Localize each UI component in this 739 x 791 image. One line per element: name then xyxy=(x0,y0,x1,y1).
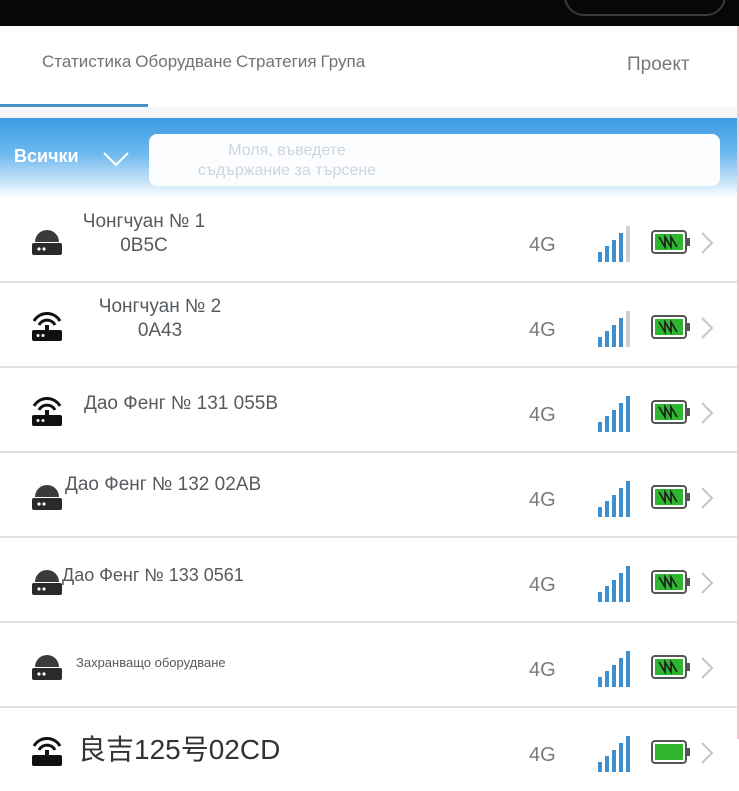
device-name: Дао Фенг № 131 055B xyxy=(84,393,279,414)
chevron-right-icon[interactable] xyxy=(699,231,715,255)
status-pill xyxy=(564,0,726,16)
device-name: Чонгчуан № 2 0A43 xyxy=(98,296,222,341)
status-bar xyxy=(0,0,739,26)
network-type: 4G xyxy=(529,404,556,426)
device-name: Захранващо оборудване xyxy=(76,655,226,670)
filter-all-dropdown[interactable]: Всички xyxy=(14,146,79,167)
device-row[interactable]: Чонгчуан № 1 0B5C 4G xyxy=(0,198,739,283)
chevron-right-icon[interactable] xyxy=(699,486,715,510)
camera-icon xyxy=(32,655,62,680)
router-icon xyxy=(32,311,62,341)
signal-icon xyxy=(598,311,630,347)
device-name: Дао Фенг № 132 02AB xyxy=(65,474,262,495)
chevron-right-icon[interactable] xyxy=(699,401,715,425)
filter-bar: Всички Моля, въведете съдържание за търс… xyxy=(0,118,739,198)
device-row[interactable]: Дао Фенг № 133 0561 4G xyxy=(0,538,739,623)
search-input[interactable]: Моля, въведете съдържание за търсене xyxy=(149,134,720,186)
search-placeholder: Моля, въведете съдържание за търсене xyxy=(197,142,377,179)
signal-icon xyxy=(598,481,630,517)
device-name: Дао Фенг № 133 0561 xyxy=(62,565,244,585)
battery-icon xyxy=(651,315,690,339)
chevron-down-icon[interactable] xyxy=(102,150,130,168)
tab-bar: Статистика Оборудване Стратегия Група Проек… xyxy=(0,26,739,118)
signal-icon xyxy=(598,566,630,602)
signal-icon xyxy=(598,651,630,687)
tab-equipment[interactable]: Оборудване xyxy=(135,52,232,71)
tab-project[interactable]: Проект xyxy=(627,54,690,76)
network-type: 4G xyxy=(529,574,556,596)
tab-strategy[interactable]: Стратегия xyxy=(236,52,317,71)
device-list: Чонгчуан № 1 0B5C 4G Чонгчуан № 2 0A43 4… xyxy=(0,198,739,791)
tab-group: Статистика Оборудване Стратегия Група xyxy=(42,52,369,72)
network-type: 4G xyxy=(529,234,556,256)
router-icon xyxy=(32,736,62,766)
device-row[interactable]: Дао Фенг № 132 02AB 4G xyxy=(0,453,739,538)
signal-icon xyxy=(598,226,630,262)
device-row[interactable]: 良吉125号02CD 4G xyxy=(0,708,739,791)
tab-statistics[interactable]: Статистика xyxy=(42,52,131,71)
signal-icon xyxy=(598,396,630,432)
device-name: Чонгчуан № 1 0B5C xyxy=(82,211,206,256)
signal-icon xyxy=(598,736,630,772)
tab-group-item[interactable]: Група xyxy=(321,52,366,71)
network-type: 4G xyxy=(529,489,556,511)
device-row[interactable]: Дао Фенг № 131 055B 4G xyxy=(0,368,739,453)
device-row[interactable]: Чонгчуан № 2 0A43 4G xyxy=(0,283,739,368)
network-type: 4G xyxy=(529,319,556,341)
router-icon xyxy=(32,396,62,426)
camera-icon xyxy=(32,485,62,510)
device-name: 良吉125号02CD xyxy=(78,734,281,765)
camera-icon xyxy=(32,570,62,595)
chevron-right-icon[interactable] xyxy=(699,571,715,595)
battery-icon xyxy=(651,230,690,254)
network-type: 4G xyxy=(529,744,556,766)
chevron-right-icon[interactable] xyxy=(699,741,715,765)
battery-icon xyxy=(651,655,690,679)
camera-icon xyxy=(32,230,62,255)
device-row[interactable]: Захранващо оборудване 4G xyxy=(0,623,739,708)
battery-icon xyxy=(651,570,690,594)
battery-icon xyxy=(651,485,690,509)
chevron-right-icon[interactable] xyxy=(699,316,715,340)
divider xyxy=(0,107,739,118)
battery-icon xyxy=(651,740,690,764)
battery-icon xyxy=(651,400,690,424)
network-type: 4G xyxy=(529,659,556,681)
chevron-right-icon[interactable] xyxy=(699,656,715,680)
